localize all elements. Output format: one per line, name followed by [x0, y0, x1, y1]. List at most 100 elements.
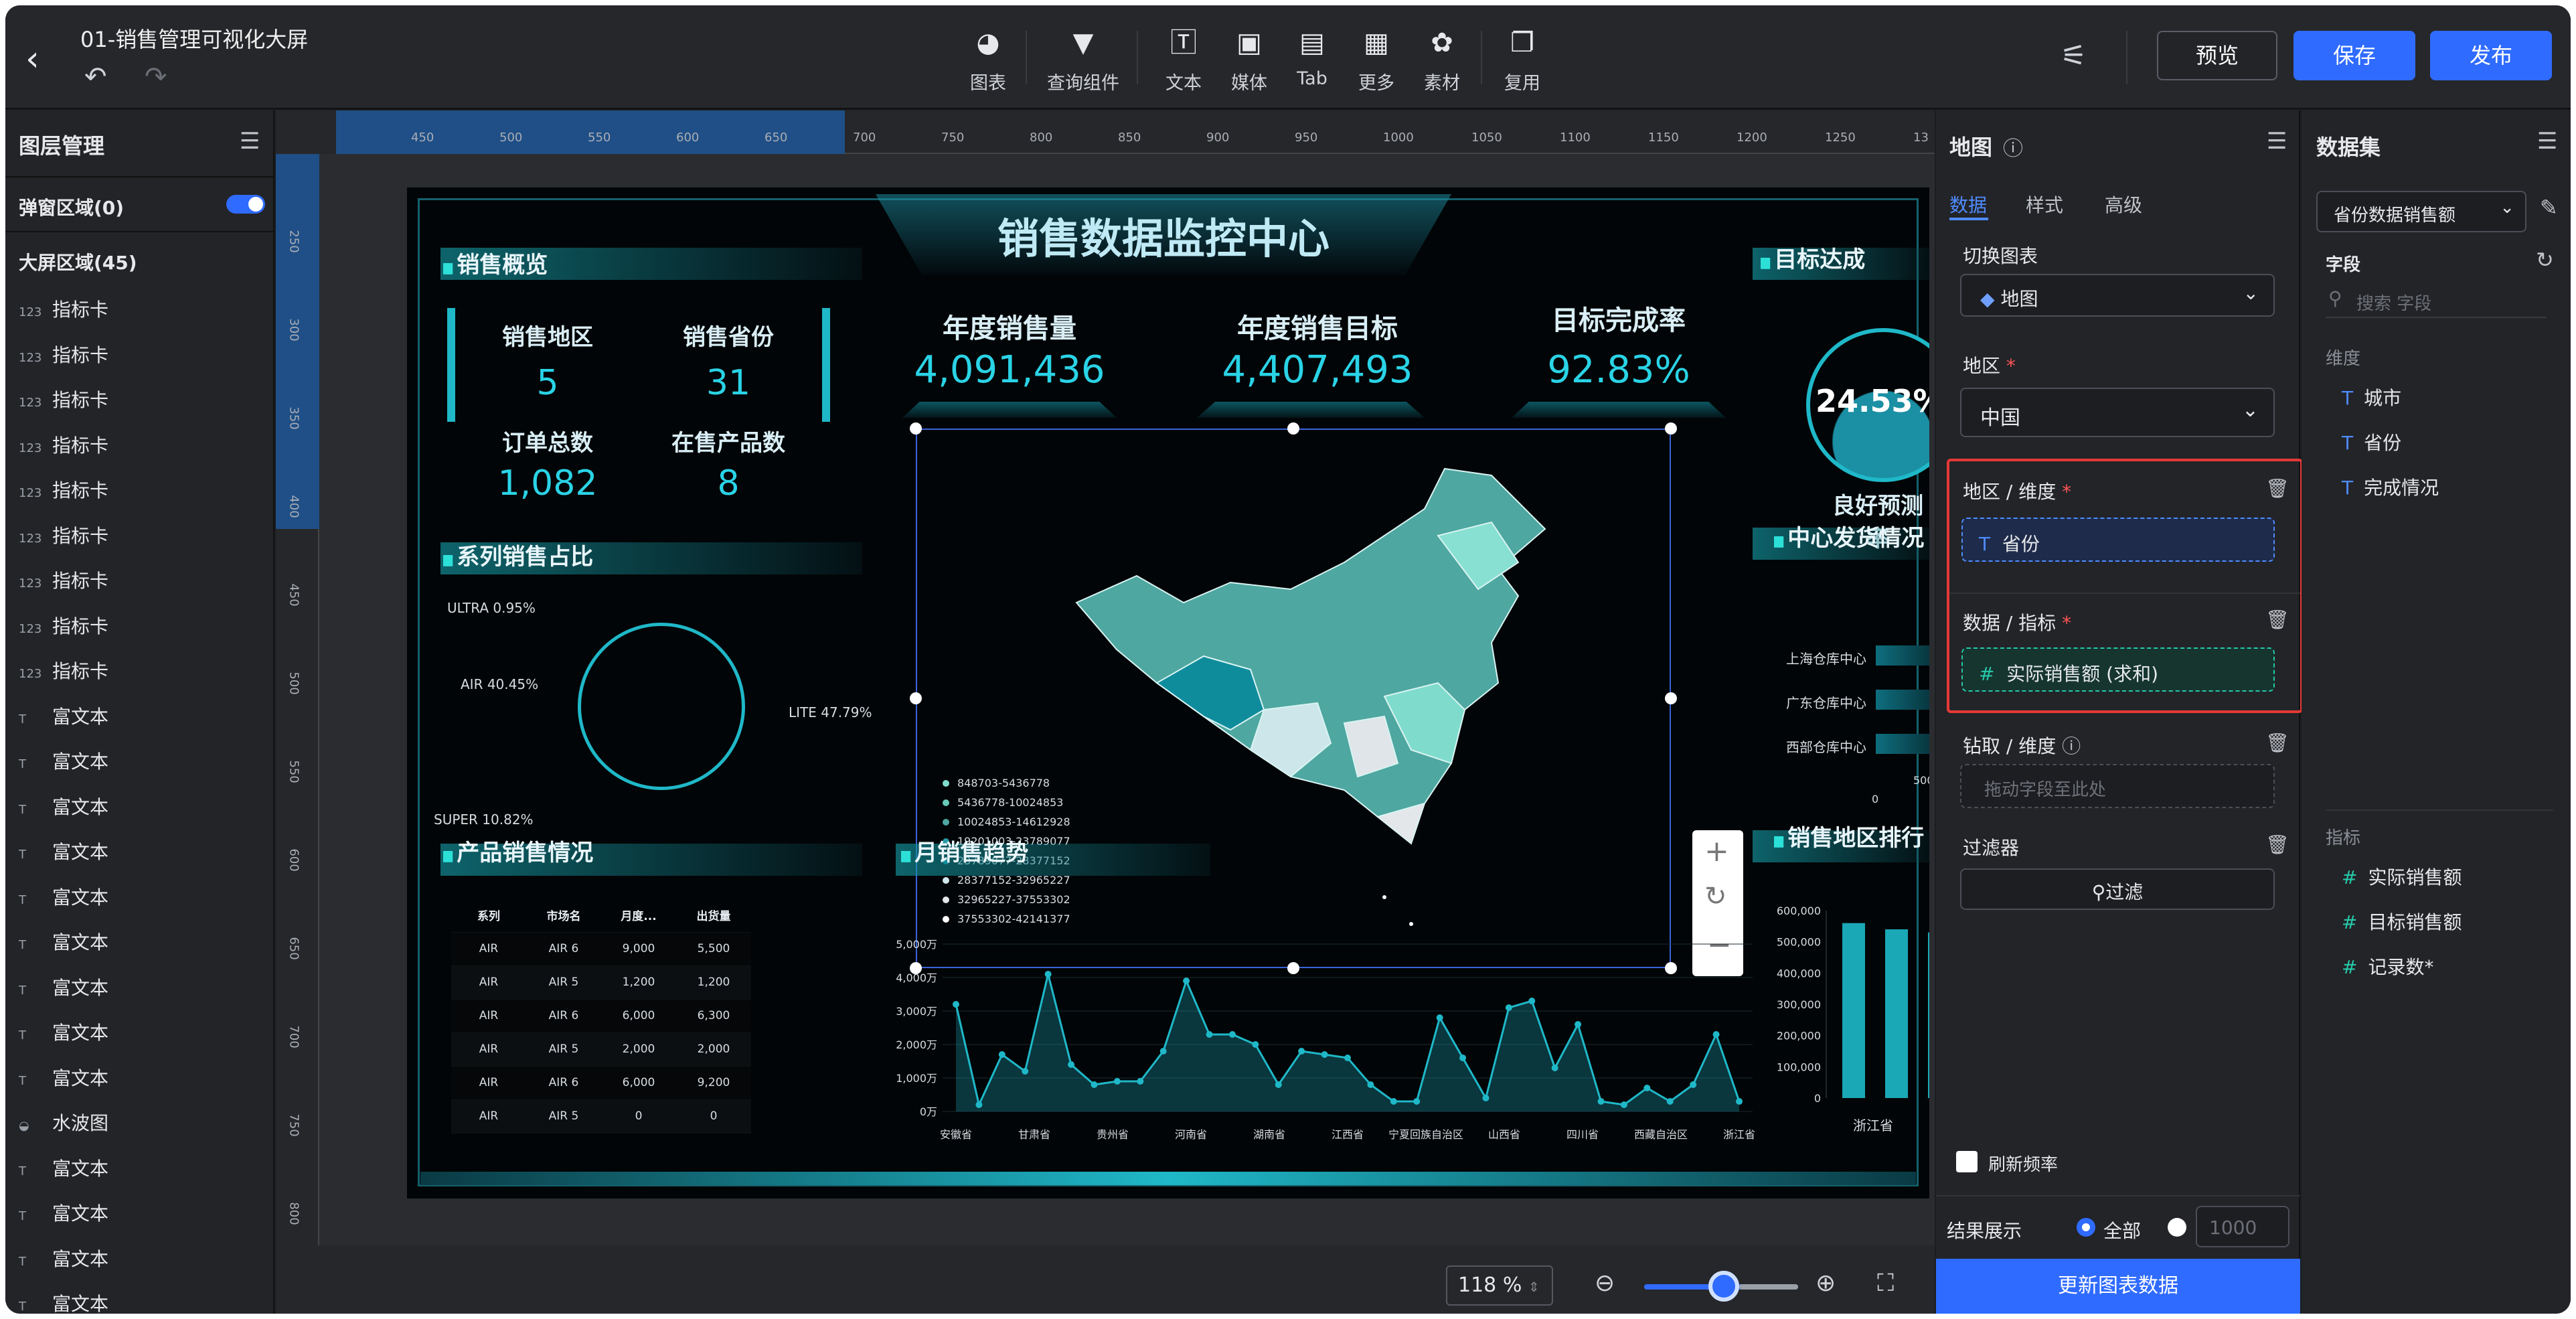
data-point [1597, 1098, 1605, 1105]
radio-all[interactable] [2077, 1218, 2095, 1237]
resize-handle[interactable] [1665, 692, 1677, 704]
radio-limit[interactable] [2168, 1218, 2186, 1237]
undo-icon[interactable]: ↶ [84, 62, 107, 92]
layer-item[interactable]: T 富文本 [19, 1245, 108, 1271]
layer-item[interactable]: T 富文本 [19, 1018, 108, 1045]
layer-item[interactable]: 123 指标卡 [19, 476, 108, 503]
layer-item[interactable]: 123 指标卡 [19, 341, 108, 368]
delete-icon[interactable]: 🗑 [2265, 609, 2289, 631]
resize-handle[interactable] [1665, 422, 1677, 435]
resize-handle[interactable] [1287, 422, 1299, 435]
dataset-value: 省份数据销售额 [2334, 206, 2456, 226]
screen-region-label[interactable]: 大屏区域(45) [19, 248, 137, 275]
layer-item[interactable]: T 富文本 [19, 1154, 108, 1181]
layer-item[interactable]: ◒ 水波图 [19, 1109, 108, 1136]
layer-type-icon: T [19, 893, 26, 907]
zoom-slider-knob[interactable] [1708, 1271, 1739, 1302]
tool-query[interactable]: ▼ 查询组件 [1043, 25, 1123, 94]
drill-label-text: 钻取 / 维度 [1963, 735, 2057, 757]
result-limit-input[interactable]: 1000 [2196, 1206, 2289, 1247]
refresh-checkbox[interactable] [1956, 1151, 1978, 1172]
selection-box[interactable] [916, 429, 1671, 968]
fit-screen-icon[interactable]: ⛶ [1877, 1269, 1894, 1298]
layer-item[interactable]: 123 指标卡 [19, 522, 108, 548]
layer-item-label: 富文本 [52, 751, 109, 773]
resize-handle[interactable] [910, 692, 922, 704]
refresh-icon[interactable]: ↻ [2536, 247, 2554, 273]
metric-field[interactable]: # 记录数* [2342, 953, 2433, 980]
tool-assets[interactable]: ✿ 素材 [1402, 25, 1482, 94]
layer-item[interactable]: T 富文本 [19, 974, 108, 1000]
tab-data[interactable]: 数据 [1949, 191, 1987, 218]
info-icon[interactable]: ⓘ [2062, 735, 2081, 757]
layer-item[interactable]: 123 指标卡 [19, 386, 108, 412]
table-cell: AIR [451, 965, 526, 1000]
zoom-in-icon[interactable]: ⊕ [1816, 1269, 1836, 1297]
layer-item[interactable]: 123 指标卡 [19, 566, 108, 593]
back-arrow-icon[interactable]: ‹ [25, 39, 66, 79]
layer-item[interactable]: T 富文本 [19, 928, 108, 955]
menu-icon[interactable]: ☰ [2267, 128, 2287, 155]
tool-reuse[interactable]: ❐ 复用 [1482, 25, 1562, 94]
dashboard-screen[interactable]: 销售数据监控中心 销售概览 销售地区 5 销售省份 31 订单总数 1,082 … [407, 187, 1929, 1198]
delete-icon[interactable]: 🗑 [2265, 834, 2289, 856]
layer-item[interactable]: T 富文本 [19, 702, 108, 729]
settings-sliders-icon[interactable]: ⚟ [2061, 39, 2087, 73]
dimension-field[interactable]: T 城市 [2342, 384, 2401, 410]
tab-style[interactable]: 样式 [2026, 191, 2063, 218]
delete-icon[interactable]: 🗑 [2265, 477, 2289, 499]
publish-button[interactable]: 发布 [2430, 31, 2552, 80]
menu-icon[interactable]: ☰ [240, 128, 260, 155]
redo-icon[interactable]: ↷ [145, 62, 167, 92]
dimension-field-chip[interactable]: T 省份 [1961, 518, 2275, 562]
layer-item[interactable]: T 富文本 [19, 838, 108, 864]
menu-icon[interactable]: ☰ [2537, 128, 2557, 155]
metric-field[interactable]: # 实际销售额 [2342, 863, 2462, 890]
drill-drop-zone[interactable]: 拖动字段至此处 [1960, 764, 2275, 808]
layer-type-icon: T [19, 802, 26, 817]
tool-chart[interactable]: ◕ 图表 [948, 25, 1028, 94]
layer-item[interactable]: 123 指标卡 [19, 612, 108, 639]
zoom-in-icon[interactable]: + [1704, 834, 1729, 868]
zoom-level-input[interactable]: 118 % ⇕ [1446, 1265, 1553, 1306]
save-button[interactable]: 保存 [2293, 31, 2415, 80]
table-cell: 2,000 [676, 1032, 751, 1067]
popup-region-toggle[interactable] [226, 195, 265, 214]
info-icon[interactable]: ⓘ [2003, 132, 2023, 161]
layer-type-icon: T [19, 848, 26, 862]
layer-item[interactable]: 123 指标卡 [19, 431, 108, 458]
kpi-label: 在售产品数 [671, 430, 785, 457]
field-search-input[interactable]: 搜索 字段 [2326, 286, 2547, 318]
layer-item-label: 指标卡 [52, 615, 109, 637]
edit-icon[interactable]: ✎ [2540, 195, 2558, 220]
data-point [1321, 1051, 1328, 1058]
popup-region-label[interactable]: 弹窗区域(0) [19, 193, 124, 220]
dataset-select[interactable]: 省份数据销售额 ⌄ [2316, 191, 2526, 232]
filter-label: 过滤器 [1963, 837, 2020, 859]
tab-advanced[interactable]: 高级 [2105, 191, 2142, 218]
layer-item[interactable]: T 富文本 [19, 1064, 108, 1091]
layer-item[interactable]: T 富文本 [19, 747, 108, 774]
delete-icon[interactable]: 🗑 [2265, 732, 2289, 754]
filter-button[interactable]: ⚲过滤 [1960, 868, 2275, 910]
design-canvas[interactable]: 450 500 550 600 650 700 750 800 850 900 950 1000 105… [276, 110, 1935, 1314]
dimension-field[interactable]: T 完成情况 [2342, 473, 2439, 500]
chart-type-select[interactable]: ◆ 地图 ⌄ [1960, 274, 2275, 317]
preview-button[interactable]: 预览 [2157, 31, 2277, 80]
resize-handle[interactable] [910, 422, 922, 435]
region-select[interactable]: 中国 ⌄ [1960, 388, 2275, 437]
reset-icon[interactable]: ↻ [1704, 881, 1727, 912]
layer-item[interactable]: 123 指标卡 [19, 295, 108, 322]
stepper-icon[interactable]: ⇕ [1528, 1279, 1540, 1295]
layer-item[interactable]: 123 指标卡 [19, 657, 108, 684]
zoom-out-icon[interactable]: ⊖ [1595, 1269, 1615, 1297]
layer-item[interactable]: T 富文本 [19, 1290, 108, 1314]
layer-item[interactable]: T 富文本 [19, 793, 108, 820]
dimension-field[interactable]: T 省份 [2342, 429, 2401, 455]
table-cell: 6,000 [601, 999, 676, 1033]
layer-item[interactable]: T 富文本 [19, 883, 108, 910]
metric-field[interactable]: # 目标销售额 [2342, 908, 2462, 935]
update-chart-data-button[interactable]: 更新图表数据 [1936, 1259, 2300, 1314]
metric-field-chip[interactable]: # 实际销售额 (求和) [1961, 647, 2275, 692]
layer-item[interactable]: T 富文本 [19, 1199, 108, 1226]
